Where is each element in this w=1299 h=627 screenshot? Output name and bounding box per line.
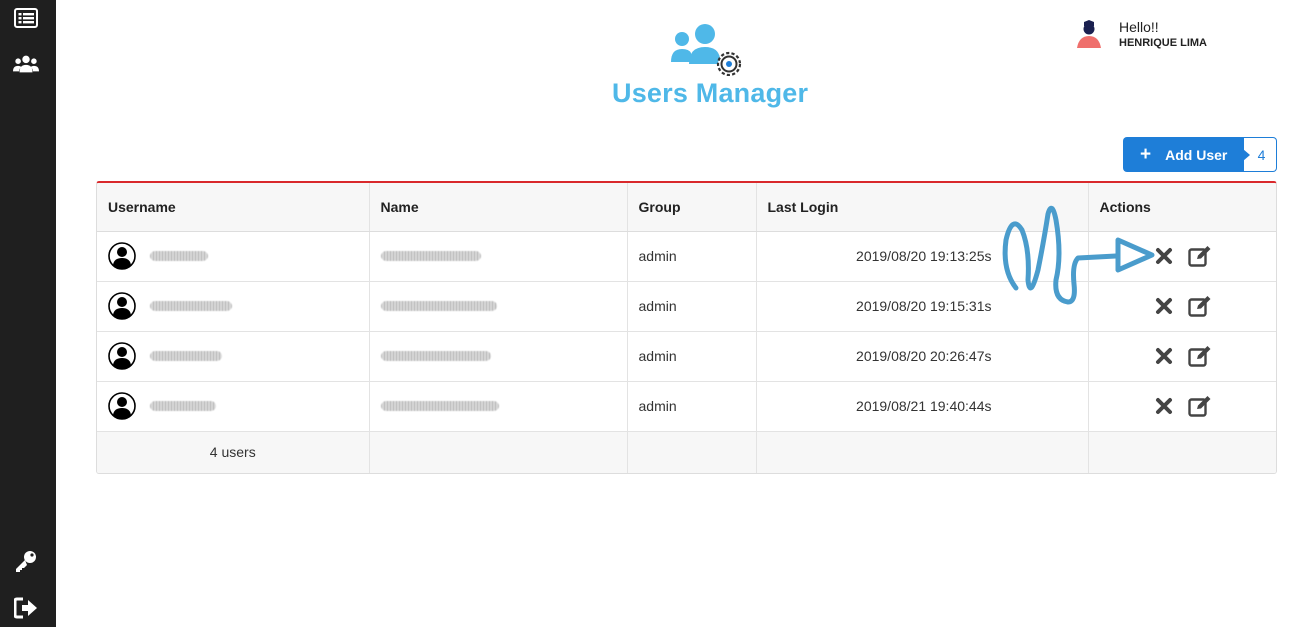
- add-user-label: Add User: [1165, 146, 1228, 163]
- group-cell: admin: [627, 281, 757, 332]
- group-cell: admin: [627, 231, 757, 282]
- user-avatar-icon: [1077, 20, 1101, 48]
- name-redacted: [380, 251, 481, 261]
- plus-icon: +: [1140, 144, 1152, 165]
- column-header-username[interactable]: Username: [97, 183, 370, 232]
- user-avatar-icon: [108, 342, 136, 370]
- header-logo: Users Manager: [612, 22, 809, 117]
- user-avatar-icon: [108, 392, 136, 420]
- group-cell: admin: [627, 381, 757, 432]
- table-footer-row: 4 users: [97, 431, 1276, 473]
- delete-icon[interactable]: [1155, 397, 1173, 415]
- users-gear-icon: [671, 24, 742, 76]
- edit-icon[interactable]: [1188, 245, 1212, 267]
- group-cell: admin: [627, 331, 757, 382]
- table-row: admin 2019/08/20 19:15:31s: [97, 281, 1276, 332]
- name-redacted: [380, 351, 491, 361]
- delete-icon[interactable]: [1155, 247, 1173, 265]
- last-login-cell: 2019/08/20 19:15:31s: [756, 281, 1089, 332]
- user-info: Hello!! HENRIQUE LIMA: [1076, 18, 1276, 54]
- edit-icon[interactable]: [1188, 295, 1212, 317]
- username-redacted: [150, 401, 216, 411]
- column-header-last-login[interactable]: Last Login: [756, 183, 1089, 232]
- table-header-row: Username Name Group Last Login Actions: [97, 183, 1276, 232]
- users-table: Username Name Group Last Login Actions a…: [96, 181, 1277, 474]
- user-avatar-icon: [108, 242, 136, 270]
- edit-icon[interactable]: [1188, 345, 1212, 367]
- last-login-cell: 2019/08/20 19:13:25s: [756, 231, 1089, 282]
- column-header-group[interactable]: Group: [627, 183, 757, 232]
- greeting-text: Hello!!: [1119, 19, 1159, 35]
- column-header-name[interactable]: Name: [369, 183, 628, 232]
- add-user-button[interactable]: + Add User 4: [1123, 137, 1277, 172]
- users-icon[interactable]: [13, 52, 39, 76]
- name-redacted: [380, 301, 497, 311]
- table-row: admin 2019/08/21 19:40:44s: [97, 381, 1276, 432]
- table-row: admin 2019/08/20 20:26:47s: [97, 331, 1276, 382]
- user-name: HENRIQUE LIMA: [1119, 37, 1207, 49]
- last-login-cell: 2019/08/20 20:26:47s: [756, 331, 1089, 382]
- key-icon[interactable]: [13, 549, 39, 573]
- table-row: admin 2019/08/20 19:13:25s: [97, 231, 1276, 282]
- name-redacted: [380, 401, 499, 411]
- delete-icon[interactable]: [1155, 347, 1173, 365]
- user-count-badge: 4: [1243, 137, 1277, 172]
- username-redacted: [150, 351, 222, 361]
- list-icon[interactable]: [13, 6, 39, 30]
- username-redacted: [150, 251, 208, 261]
- username-redacted: [150, 301, 232, 311]
- logout-icon[interactable]: [13, 596, 39, 620]
- user-count-text: 4 users: [97, 431, 370, 473]
- add-user-button-main[interactable]: + Add User: [1123, 137, 1244, 172]
- user-avatar-icon: [108, 292, 136, 320]
- page-title: Users Manager: [612, 78, 809, 108]
- edit-icon[interactable]: [1188, 395, 1212, 417]
- delete-icon[interactable]: [1155, 297, 1173, 315]
- sidebar: [0, 0, 56, 627]
- last-login-cell: 2019/08/21 19:40:44s: [756, 381, 1089, 432]
- column-header-actions: Actions: [1088, 183, 1276, 232]
